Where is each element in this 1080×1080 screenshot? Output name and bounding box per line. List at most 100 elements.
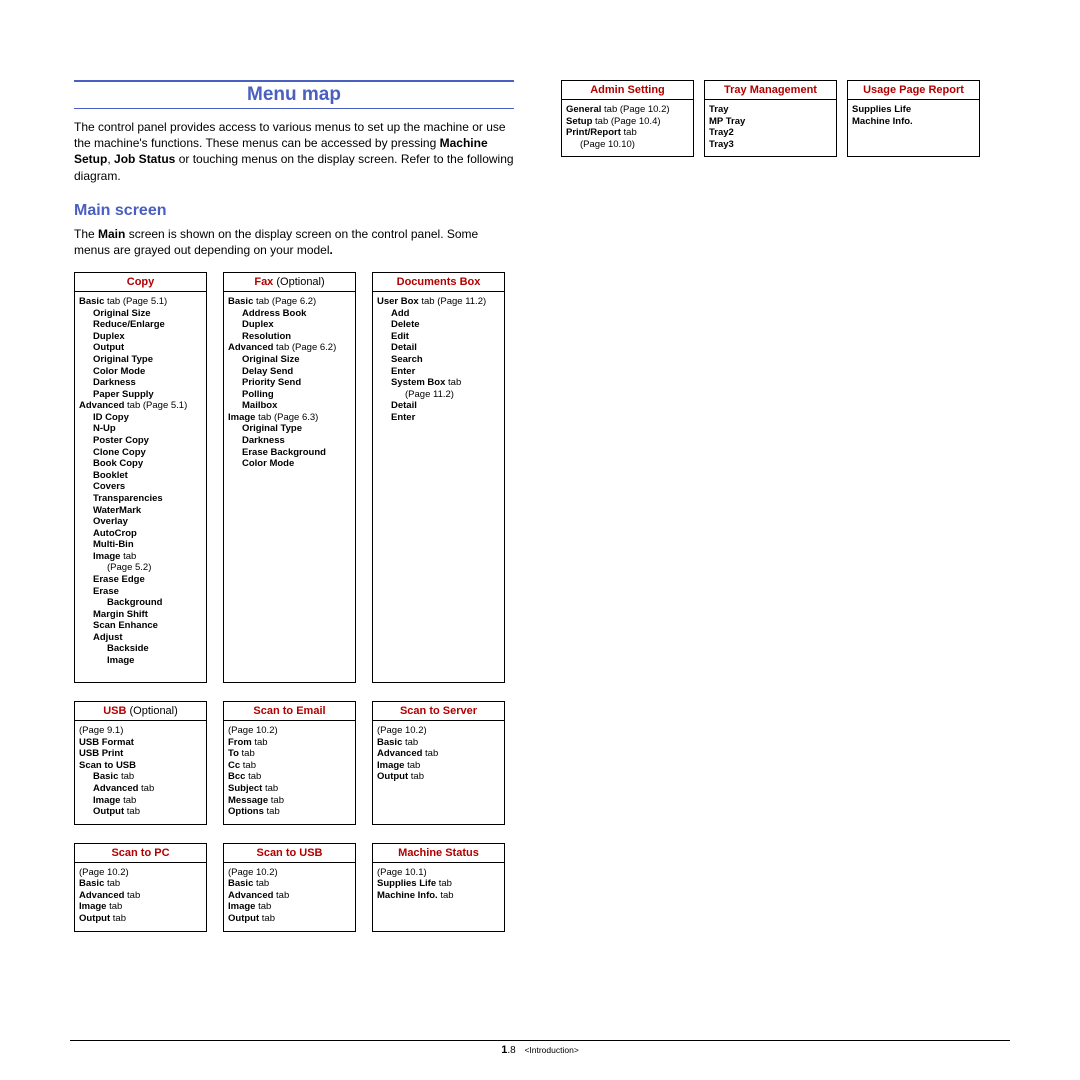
s2u-page: (Page 10.2) (228, 867, 278, 878)
box-admin: Admin Setting General tab (Page 10.2) Se… (561, 80, 694, 157)
s2pc-basic: Basic (79, 878, 104, 889)
main-intro-dot: . (330, 243, 333, 257)
copy-background: Background (79, 597, 162, 609)
s2pc-advanced-tab: tab (124, 890, 140, 901)
admin-general-page: tab (Page 10.2) (601, 104, 669, 115)
s2pc-image: Image (79, 901, 106, 912)
s2e-subject-tab: tab (262, 783, 278, 794)
copy-advanced-page: tab (Page 5.1) (124, 400, 187, 411)
box-usage: Usage Page Report Supplies Life Machine … (847, 80, 980, 157)
doc-detail2: Detail (377, 400, 417, 412)
copy-output: Output (79, 342, 124, 354)
s2u-image: Image (228, 901, 255, 912)
tray-mp: MP Tray (709, 116, 745, 127)
copy-color-mode: Color Mode (79, 366, 145, 378)
s2e-message: Message (228, 795, 268, 806)
copy-original-type: Original Type (79, 354, 153, 366)
copy-transparencies: Transparencies (79, 493, 163, 505)
s2pc-page: (Page 10.2) (79, 867, 129, 878)
fax-basic-page: tab (Page 6.2) (253, 296, 316, 307)
fax-priority-send: Priority Send (228, 377, 301, 389)
fax-image: Image (228, 412, 255, 423)
box-admin-header: Admin Setting (562, 81, 693, 100)
box-usb: USB (Optional) (Page 9.1) USB Format USB… (74, 701, 207, 825)
copy-backside: Backside (79, 643, 149, 655)
intro-bold-2: Job Status (114, 152, 175, 166)
fax-advanced-page: tab (Page 6.2) (273, 342, 336, 353)
copy-covers: Covers (79, 481, 125, 493)
fax-address-book: Address Book (228, 308, 306, 320)
box-scan-pc: Scan to PC (Page 10.2) Basic tab Advance… (74, 843, 207, 932)
s2e-from: From (228, 737, 252, 748)
s2pc-basic-tab: tab (104, 878, 120, 889)
usb-advanced-tab: tab (138, 783, 154, 794)
usb-page: (Page 9.1) (79, 725, 123, 736)
doc-userbox-page: tab (Page 11.2) (419, 296, 486, 307)
s2e-message-tab: tab (268, 795, 284, 806)
box-usb-header: USB (Optional) (75, 702, 206, 721)
s2s-image-tab: tab (404, 760, 420, 771)
doc-detail: Detail (377, 342, 417, 354)
s2u-basic: Basic (228, 878, 253, 889)
usb-title: USB (103, 705, 129, 717)
copy-id-copy: ID Copy (79, 412, 129, 424)
fax-color-mode: Color Mode (228, 458, 294, 470)
copy-advanced: Advanced (79, 400, 124, 411)
copy-poster: Poster Copy (79, 435, 149, 447)
copy-image-page: (Page 5.2) (79, 562, 151, 574)
mstatus-supplies: Supplies Life (377, 878, 436, 889)
s2e-bcc-tab: tab (245, 771, 261, 782)
box-tray: Tray Management Tray MP Tray Tray2 Tray3 (704, 80, 837, 157)
box-documents-header: Documents Box (373, 273, 504, 292)
usb-scan: Scan to USB (79, 760, 136, 771)
s2pc-advanced: Advanced (79, 890, 124, 901)
s2s-basic: Basic (377, 737, 402, 748)
tray-2: Tray2 (709, 127, 734, 138)
s2u-output-tab: tab (259, 913, 275, 924)
copy-multibin: Multi-Bin (79, 539, 134, 551)
admin-printreport-page: (Page 10.10) (566, 139, 635, 151)
copy-autocrop: AutoCrop (79, 528, 137, 540)
doc-enter2: Enter (377, 412, 415, 424)
admin-printreport: Print/Report (566, 127, 621, 138)
copy-paper-supply: Paper Supply (79, 389, 154, 401)
copy-overlay: Overlay (79, 516, 128, 528)
copy-reduce-enlarge: Reduce/Enlarge (79, 319, 165, 331)
admin-printreport-tab: tab (621, 127, 637, 138)
s2e-subject: Subject (228, 783, 262, 794)
usb-basic-tab: tab (118, 771, 134, 782)
copy-scan-enhance: Scan Enhance (79, 620, 158, 632)
usb-format: USB Format (79, 737, 134, 748)
usage-machine-info: Machine Info. (852, 116, 913, 127)
fax-basic: Basic (228, 296, 253, 307)
box-copy-header: Copy (75, 273, 206, 292)
s2pc-output: Output (79, 913, 110, 924)
s2s-image: Image (377, 760, 404, 771)
copy-image-tab: tab (120, 551, 136, 562)
s2u-advanced-tab: tab (273, 890, 289, 901)
s2e-options: Options (228, 806, 264, 817)
doc-enter: Enter (377, 366, 415, 378)
s2s-output-tab: tab (408, 771, 424, 782)
doc-delete: Delete (377, 319, 420, 331)
chapter-label: <Introduction> (524, 1045, 578, 1055)
box-documents: Documents Box User Box tab (Page 11.2) A… (372, 272, 505, 683)
fax-erase-bg: Erase Background (228, 447, 326, 459)
usb-image-tab: tab (120, 795, 136, 806)
main-screen-heading: Main screen (74, 202, 514, 220)
intro-paragraph: The control panel provides access to var… (74, 119, 514, 184)
main-intro-after: screen is shown on the display screen on… (74, 227, 478, 257)
copy-adjust: Adjust (79, 632, 123, 644)
box-fax-header: Fax (Optional) (224, 273, 355, 292)
fax-delay-send: Delay Send (228, 366, 293, 378)
box-usage-header: Usage Page Report (848, 81, 979, 100)
doc-systembox-tab: tab (445, 377, 461, 388)
usage-supplies-life: Supplies Life (852, 104, 911, 115)
copy-duplex: Duplex (79, 331, 125, 343)
fax-polling: Polling (228, 389, 274, 401)
copy-image: Image (79, 551, 120, 563)
s2e-cc: Cc (228, 760, 240, 771)
doc-search: Search (377, 354, 423, 366)
doc-add: Add (377, 308, 409, 320)
s2u-basic-tab: tab (253, 878, 269, 889)
